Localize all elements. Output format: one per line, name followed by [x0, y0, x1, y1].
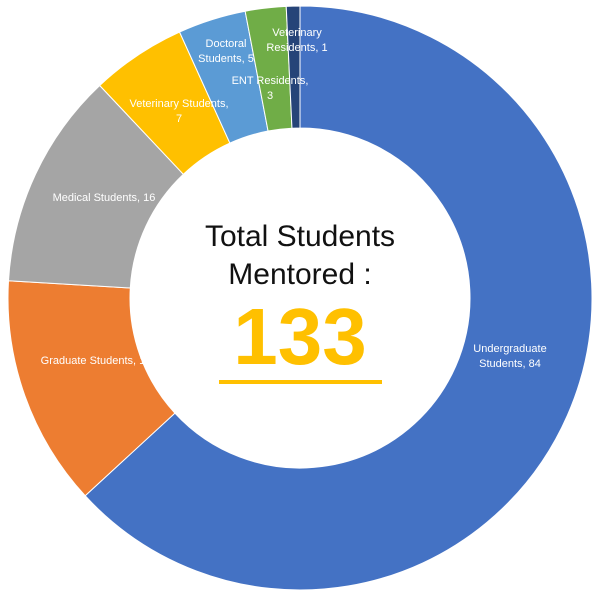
- center-title: Total Students Mentored :: [150, 218, 450, 294]
- total-underline: [219, 380, 382, 384]
- slice-label-medical-students: Medical Students, 16: [53, 192, 156, 204]
- slice-label-graduate-students: Graduate Students, 17: [41, 355, 152, 367]
- center-title-line2: Mentored :: [228, 258, 372, 291]
- total-count: 133: [233, 292, 367, 381]
- center-title-line1: Total Students: [204, 220, 396, 253]
